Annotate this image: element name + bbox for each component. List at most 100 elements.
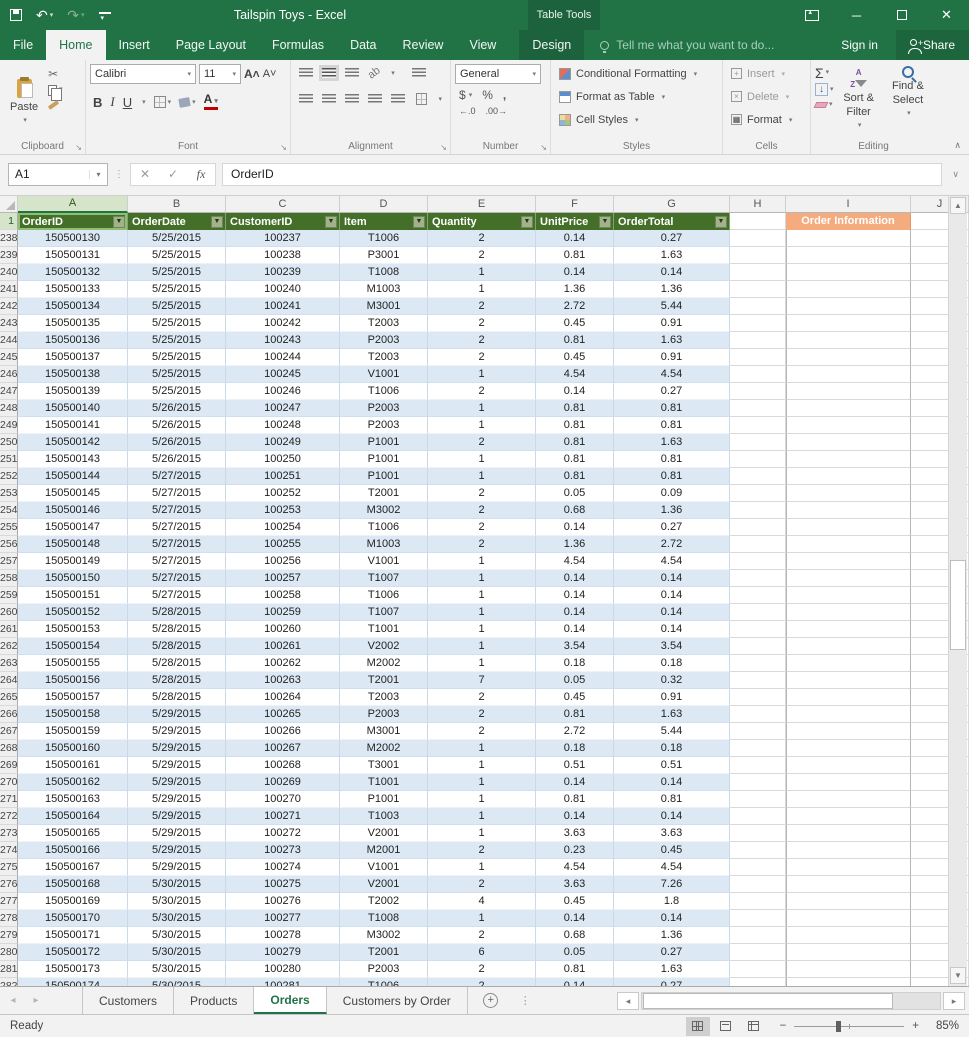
row-header-252[interactable]: 252 <box>0 468 18 485</box>
cell[interactable]: T1006 <box>340 587 428 604</box>
cell[interactable]: 150500162 <box>18 774 128 791</box>
collapse-ribbon-icon[interactable]: ∧ <box>954 140 961 151</box>
cell[interactable]: 1 <box>428 757 536 774</box>
cell[interactable]: 0.68 <box>536 927 614 944</box>
cell[interactable]: 0.45 <box>536 349 614 366</box>
cell[interactable]: 2 <box>428 298 536 315</box>
row-header-254[interactable]: 254 <box>0 502 18 519</box>
row-header-270[interactable]: 270 <box>0 774 18 791</box>
cell[interactable]: V2001 <box>340 825 428 842</box>
cell[interactable]: 5/29/2015 <box>128 859 226 876</box>
cell[interactable]: 150500170 <box>18 910 128 927</box>
cell[interactable] <box>730 230 786 247</box>
cell[interactable]: 150500155 <box>18 655 128 672</box>
cell[interactable]: 100262 <box>226 655 340 672</box>
cell[interactable]: 5/29/2015 <box>128 706 226 723</box>
font-size-select[interactable]: 11 ▾ <box>199 64 241 84</box>
row-header-259[interactable]: 259 <box>0 587 18 604</box>
cell[interactable]: 5.44 <box>614 298 730 315</box>
cell[interactable]: 1 <box>428 553 536 570</box>
row-header-246[interactable]: 246 <box>0 366 18 383</box>
cell[interactable]: 5/25/2015 <box>128 383 226 400</box>
cell[interactable]: 5/27/2015 <box>128 587 226 604</box>
cell[interactable]: 5/27/2015 <box>128 570 226 587</box>
cell[interactable]: M2002 <box>340 740 428 757</box>
cell[interactable] <box>730 366 786 383</box>
cell[interactable]: 5/28/2015 <box>128 621 226 638</box>
cell[interactable]: 1.36 <box>536 536 614 553</box>
row-header-262[interactable]: 262 <box>0 638 18 655</box>
decrease-decimal-icon[interactable]: .00→ <box>486 106 508 116</box>
row-header-278[interactable]: 278 <box>0 910 18 927</box>
cell[interactable]: 0.68 <box>536 502 614 519</box>
cell[interactable]: 1 <box>428 859 536 876</box>
sheet-tab-customers[interactable]: Customers <box>82 987 175 1014</box>
table-header-ordertotal[interactable]: OrderTotal ▼ <box>614 213 730 230</box>
cell[interactable]: P3001 <box>340 247 428 264</box>
cell[interactable]: 2.72 <box>536 298 614 315</box>
cell[interactable] <box>730 876 786 893</box>
format-cells-button[interactable]: ▦ Format ▾ <box>731 110 806 129</box>
cell[interactable] <box>786 434 911 451</box>
alignment-dialog-launcher-icon[interactable]: ↘ <box>440 143 447 152</box>
underline-button[interactable]: U <box>123 95 132 110</box>
cell[interactable]: 100250 <box>226 451 340 468</box>
cell[interactable]: 3.63 <box>536 876 614 893</box>
cell[interactable] <box>786 672 911 689</box>
scroll-up-icon[interactable]: ▲ <box>950 197 966 214</box>
cell[interactable]: 100252 <box>226 485 340 502</box>
row-header-268[interactable]: 268 <box>0 740 18 757</box>
cell[interactable]: 150500133 <box>18 281 128 298</box>
cell[interactable] <box>730 553 786 570</box>
grow-font-icon[interactable]: A˄ <box>244 67 260 81</box>
table-header-unitprice[interactable]: UnitPrice ▼ <box>536 213 614 230</box>
cell[interactable]: 5/28/2015 <box>128 604 226 621</box>
cell[interactable]: 0.51 <box>536 757 614 774</box>
cell[interactable]: T1007 <box>340 570 428 587</box>
cell[interactable]: 2 <box>428 842 536 859</box>
cell[interactable]: 5/25/2015 <box>128 230 226 247</box>
cell[interactable]: 100239 <box>226 264 340 281</box>
cell[interactable] <box>786 230 911 247</box>
cell[interactable]: 4.54 <box>536 553 614 570</box>
cell[interactable]: T1006 <box>340 978 428 986</box>
cell[interactable]: V1001 <box>340 366 428 383</box>
customize-qat-icon[interactable] <box>98 12 111 22</box>
cell[interactable]: 2 <box>428 978 536 986</box>
cell[interactable]: 0.32 <box>614 672 730 689</box>
cell-styles-button[interactable]: Cell Styles ▾ <box>559 110 718 129</box>
undo-icon[interactable]: ↶ ▾ <box>36 7 53 24</box>
cell[interactable]: 0.18 <box>536 655 614 672</box>
cell[interactable]: T1006 <box>340 383 428 400</box>
percent-style-icon[interactable]: % <box>482 88 493 102</box>
cell[interactable] <box>786 519 911 536</box>
decrease-indent-icon[interactable] <box>367 94 382 104</box>
cell[interactable]: 1.63 <box>614 961 730 978</box>
increase-indent-icon[interactable] <box>390 94 405 104</box>
cell[interactable]: 0.81 <box>614 400 730 417</box>
merge-center-icon[interactable] <box>415 93 428 105</box>
cell[interactable]: 5/25/2015 <box>128 332 226 349</box>
scroll-right-icon[interactable]: ▸ <box>943 991 965 1010</box>
row-header-1[interactable]: 1 <box>0 213 18 230</box>
cell[interactable] <box>786 383 911 400</box>
column-header-B[interactable]: B <box>128 196 226 213</box>
cell[interactable]: 0.91 <box>614 315 730 332</box>
sign-in-button[interactable]: Sign in <box>823 30 896 60</box>
row-header-271[interactable]: 271 <box>0 791 18 808</box>
cell[interactable]: 5.44 <box>614 723 730 740</box>
cell[interactable]: 1 <box>428 604 536 621</box>
ribbon-tab-formulas[interactable]: Formulas <box>259 30 337 60</box>
restore-icon[interactable] <box>879 0 924 30</box>
cell[interactable] <box>730 570 786 587</box>
cell[interactable] <box>730 536 786 553</box>
cell[interactable]: 1 <box>428 417 536 434</box>
cell[interactable]: 0.14 <box>536 383 614 400</box>
cell[interactable]: 0.81 <box>536 706 614 723</box>
format-painter-icon[interactable] <box>47 100 63 110</box>
row-header-257[interactable]: 257 <box>0 553 18 570</box>
table-header-orderid[interactable]: OrderID ▼ <box>18 213 128 230</box>
cell[interactable]: M2001 <box>340 842 428 859</box>
sheet-nav-right-icon[interactable]: ▸ <box>26 987 46 1014</box>
cell[interactable]: 0.81 <box>536 332 614 349</box>
